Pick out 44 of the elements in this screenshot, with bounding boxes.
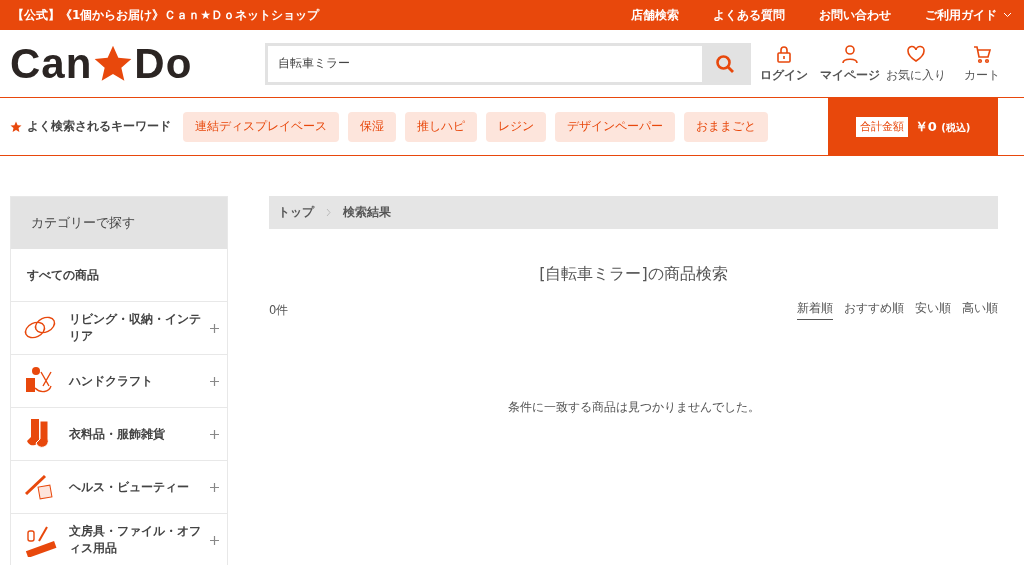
sort-option[interactable]: 新着順 <box>797 301 833 320</box>
chevron-right-icon <box>326 208 331 217</box>
chevron-down-icon <box>1003 12 1012 18</box>
sort-option[interactable]: 安い順 <box>915 301 951 320</box>
top-link[interactable]: お問い合わせ <box>819 6 891 24</box>
page-heading: [自転車ミラー]の商品検索 <box>538 264 729 285</box>
plus-icon[interactable] <box>210 482 219 492</box>
total-panel[interactable]: 合計金額 ￥0 (税込) <box>828 98 998 155</box>
lock-icon <box>774 43 794 64</box>
sort-option[interactable]: おすすめ順 <box>844 301 904 320</box>
header-action[interactable]: ログイン <box>752 43 816 84</box>
header-action[interactable]: お気に入り <box>884 43 948 84</box>
category-item[interactable]: ヘルス・ビューティー <box>69 478 210 496</box>
plus-icon[interactable] <box>210 323 219 333</box>
sort-option[interactable]: 高い順 <box>962 301 998 320</box>
site-title: 【公式】《1個からお届け》Ｃａｎ★Ｄｏネットショップ <box>12 6 321 24</box>
breadcrumb-link[interactable]: 検索結果 <box>343 205 391 220</box>
category-item[interactable]: ハンドクラフト <box>69 372 210 390</box>
category-item[interactable]: リビング・収納・インテリア <box>69 311 210 345</box>
plus-icon[interactable] <box>210 535 219 545</box>
heart-icon <box>906 43 926 64</box>
logo[interactable]: Can Do <box>10 39 265 88</box>
breadcrumb-link[interactable]: トップ <box>278 205 314 220</box>
star-icon <box>10 120 22 133</box>
search-icon <box>715 53 735 74</box>
header-action[interactable]: カート <box>950 43 1014 84</box>
result-count: 0件 <box>269 303 290 318</box>
person-icon <box>840 43 860 64</box>
keywords-label: よく検索されるキーワード <box>27 118 171 135</box>
search-field[interactable]: 自転車ミラー <box>265 42 751 85</box>
total-amount: ￥0 (税込) <box>914 117 971 136</box>
top-link[interactable]: よくある質問 <box>713 6 785 24</box>
category-item[interactable]: すべての商品 <box>11 249 227 302</box>
plus-icon[interactable] <box>210 376 219 386</box>
category-item[interactable]: 文房具・ファイル・オフィス用品 <box>69 523 210 557</box>
header-action[interactable]: マイページ <box>818 43 882 84</box>
plus-icon[interactable] <box>210 429 219 439</box>
total-label: 合計金額 <box>855 116 908 137</box>
top-link[interactable]: ご利用ガイド <box>925 6 1012 24</box>
cart-icon <box>972 43 992 64</box>
empty-message: 条件に一致する商品は見つかりませんでした。 <box>506 400 761 415</box>
category-item[interactable]: 衣料品・服飾雑貨 <box>69 425 210 443</box>
sidebar-title: カテゴリーで探す <box>11 197 227 249</box>
top-link[interactable]: 店舗検索 <box>631 6 679 24</box>
